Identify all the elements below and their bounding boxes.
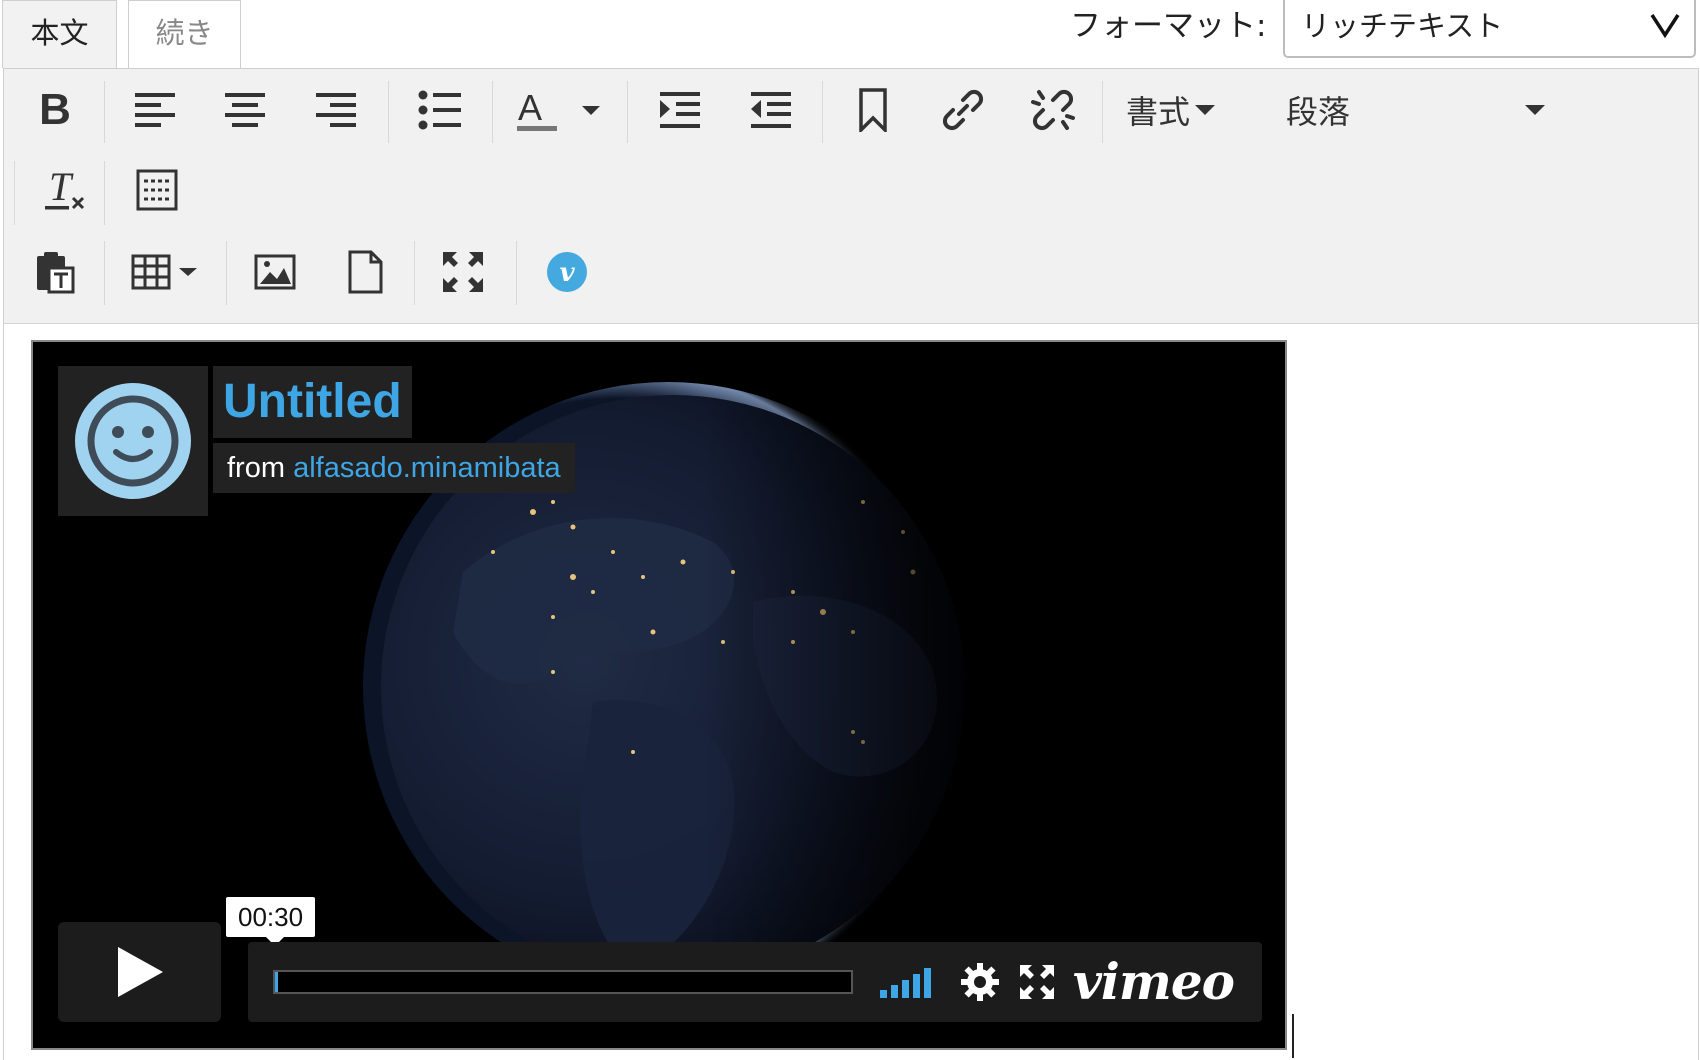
author-avatar[interactable] (58, 366, 208, 516)
unlink-button[interactable] (1022, 79, 1084, 141)
byline-from: from (227, 452, 285, 484)
progress-bar[interactable] (273, 970, 853, 994)
unlink-icon (1031, 89, 1075, 131)
timecode-tooltip: 00:30 (226, 897, 316, 946)
text-color-icon: A (517, 88, 600, 131)
bold-button[interactable]: B (24, 79, 86, 141)
remove-format-icon: T (45, 168, 85, 210)
remove-format-button[interactable]: T (34, 159, 96, 221)
play-button[interactable] (58, 922, 221, 1022)
anchor-icon (859, 88, 887, 132)
bold-icon: B (39, 85, 71, 134)
editor-toolbar: B A 書式 段落 T v (4, 69, 1698, 324)
anchor-button[interactable] (842, 79, 904, 141)
align-left-button[interactable] (124, 79, 186, 141)
vimeo-embed-button[interactable]: v (536, 241, 598, 303)
align-center-icon (225, 93, 265, 127)
maximize-icon (443, 252, 483, 292)
document-icon (348, 250, 383, 294)
image-icon (254, 254, 296, 290)
vimeo-video-embed[interactable]: Untitled from alfasado.minamibata 00:30 … (31, 340, 1287, 1050)
outdent-icon (751, 92, 791, 128)
settings-gear-icon[interactable] (960, 962, 1000, 1002)
paste-as-text-button[interactable] (24, 241, 86, 303)
align-right-button[interactable] (305, 79, 367, 141)
vimeo-logo[interactable]: vimeo (1073, 952, 1235, 1012)
show-blocks-button[interactable] (126, 159, 188, 221)
link-icon (942, 89, 984, 131)
align-right-icon (316, 93, 356, 127)
rich-text-editor: B A 書式 段落 T v Untitled from alfasado.min… (3, 68, 1699, 1060)
caret-down-icon (1195, 105, 1216, 115)
svg-text:A: A (518, 88, 542, 128)
bulleted-list-icon (418, 90, 461, 130)
caret-down-icon (1525, 105, 1545, 115)
link-button[interactable] (932, 79, 994, 141)
video-title[interactable]: Untitled (213, 366, 412, 438)
vimeo-icon: v (547, 252, 587, 292)
play-icon (118, 947, 163, 997)
format-label: フォーマット: (1070, 8, 1267, 44)
format-select-value: リッチテキスト (1301, 9, 1504, 43)
indent-icon (660, 92, 700, 128)
indent-button[interactable] (649, 79, 711, 141)
fullscreen-icon[interactable] (1020, 965, 1054, 999)
styles-dropdown[interactable]: 書式 (1126, 79, 1236, 141)
document-button[interactable] (334, 241, 396, 303)
paragraph-format-dropdown[interactable]: 段落 (1286, 79, 1546, 141)
video-byline: from alfasado.minamibata (213, 443, 575, 493)
format-select[interactable]: リッチテキスト (1283, 0, 1696, 58)
smiley-avatar-icon (75, 383, 191, 499)
maximize-button[interactable] (432, 241, 494, 303)
svg-text:T: T (49, 168, 74, 209)
outdent-button[interactable] (740, 79, 802, 141)
paste-text-icon (37, 252, 75, 294)
author-link[interactable]: alfasado.minamibata (293, 452, 561, 484)
chevron-down-icon (1650, 14, 1680, 38)
paragraph-label: 段落 (1286, 93, 1351, 131)
volume-icon[interactable] (880, 966, 940, 1000)
align-left-icon (135, 93, 175, 127)
image-button[interactable] (244, 241, 306, 303)
editor-content[interactable]: Untitled from alfasado.minamibata 00:30 … (4, 324, 1698, 1060)
svg-text:v: v (559, 258, 575, 288)
tab-body[interactable]: 本文 (2, 0, 117, 68)
bulleted-list-button[interactable] (409, 79, 471, 141)
show-blocks-icon (136, 169, 178, 211)
video-control-bar: vimeo (248, 942, 1262, 1022)
styles-label: 書式 (1126, 93, 1191, 131)
align-center-button[interactable] (214, 79, 276, 141)
progress-fill (275, 972, 278, 992)
table-icon (131, 254, 197, 290)
tab-continue[interactable]: 続き (128, 0, 241, 68)
text-color-button[interactable]: A (514, 79, 604, 141)
text-cursor (1292, 1014, 1294, 1058)
table-button[interactable] (126, 241, 206, 303)
